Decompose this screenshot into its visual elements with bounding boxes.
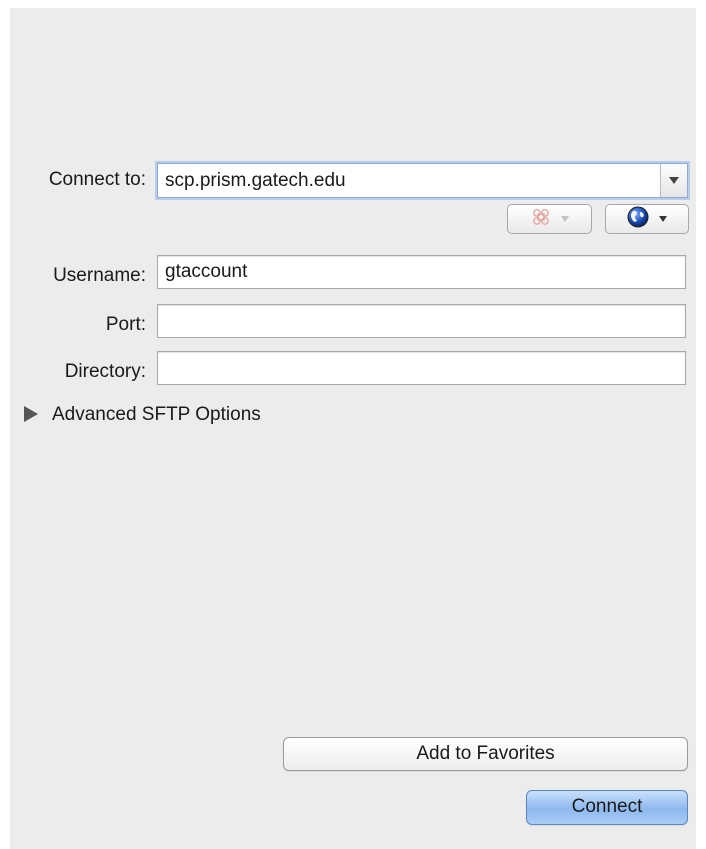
globe-icon [627, 206, 649, 233]
username-label: Username: [53, 265, 146, 286]
advanced-sftp-options-toggle[interactable]: Advanced SFTP Options [52, 404, 261, 426]
username-field[interactable]: gtaccount [157, 255, 686, 289]
chevron-down-icon [560, 216, 569, 222]
chevron-down-icon[interactable] [660, 164, 687, 197]
connect-button[interactable]: Connect [526, 790, 688, 825]
connection-panel: Connect to: scp.prism.gatech.edu Usernam… [10, 8, 696, 849]
protocol-menu-button[interactable] [605, 204, 689, 234]
port-label: Port: [105, 314, 146, 335]
connect-to-input[interactable]: scp.prism.gatech.edu [165, 164, 346, 197]
connect-to-label: Connect to: [48, 169, 146, 190]
chevron-down-icon [659, 216, 667, 222]
cloverleaf-icon [531, 207, 551, 232]
directory-label: Directory: [64, 361, 146, 382]
disclosure-triangle-icon[interactable] [24, 406, 38, 422]
add-to-favorites-button[interactable]: Add to Favorites [283, 737, 688, 771]
port-field[interactable] [157, 304, 686, 338]
bookmark-menu-button[interactable] [507, 204, 592, 234]
directory-field[interactable] [157, 351, 686, 385]
connect-to-combobox[interactable]: scp.prism.gatech.edu [157, 163, 688, 198]
